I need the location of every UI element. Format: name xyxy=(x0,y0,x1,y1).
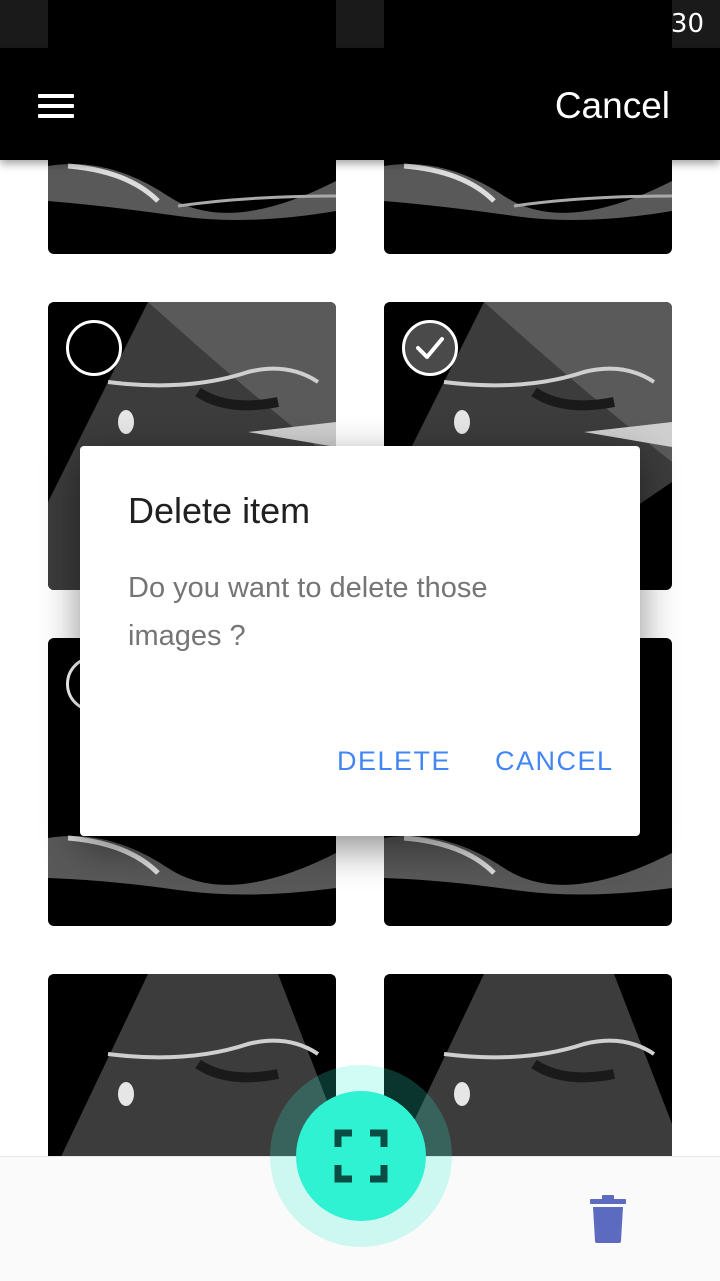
select-checkbox-checked[interactable] xyxy=(402,320,458,376)
trash-icon[interactable] xyxy=(590,1195,626,1243)
menu-icon[interactable] xyxy=(38,94,74,118)
fullscreen-fab-button[interactable] xyxy=(296,1091,426,1221)
cancel-selection-button[interactable]: Cancel xyxy=(555,82,670,130)
check-icon xyxy=(416,337,444,359)
cancel-button[interactable]: CANCEL xyxy=(495,746,614,777)
delete-dialog: Delete item Do you want to delete those … xyxy=(80,446,640,836)
select-checkbox[interactable] xyxy=(66,320,122,376)
dialog-title: Delete item xyxy=(128,490,311,531)
dialog-message: Do you want to delete those images ? xyxy=(128,572,488,652)
fullscreen-icon xyxy=(334,1129,388,1183)
app-bar: Cancel xyxy=(0,48,720,160)
delete-button[interactable]: DELETE xyxy=(337,746,451,777)
